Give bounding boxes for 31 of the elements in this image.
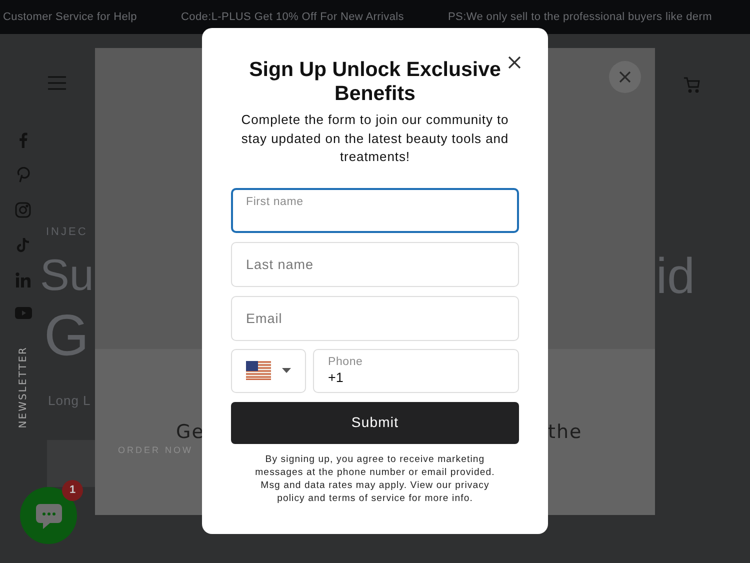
panel-text: Ge — [176, 420, 204, 445]
phone-field[interactable]: Phone +1 — [313, 348, 519, 392]
pinterest-icon[interactable] — [16, 167, 30, 183]
close-icon — [508, 56, 520, 68]
linkedin-icon[interactable] — [15, 272, 31, 288]
us-flag-icon — [246, 361, 271, 380]
disclaimer-text: By signing up, you agree to receive marketing messages at the phone number or email provided. Msg and data rates may apply. View our privacy policy and terms of service for more info. — [254, 452, 496, 504]
text-field[interactable]: Email — [231, 296, 519, 340]
facebook-icon[interactable] — [18, 132, 28, 148]
phone-input[interactable]: +1 — [328, 368, 478, 386]
order-button-background — [47, 440, 97, 487]
text-field[interactable]: Last name — [231, 242, 519, 286]
announcement-text: Customer Service for Help — [3, 10, 137, 25]
modal-description: Complete the form to join our community to stay updated on the latest beauty tools and treatments! — [240, 111, 510, 166]
modal-title: Sign Up Unlock Exclusive Benefits — [248, 58, 502, 106]
cart-icon[interactable] — [683, 76, 701, 94]
instagram-icon[interactable] — [15, 202, 31, 218]
menu-icon[interactable] — [47, 75, 67, 91]
submit-button[interactable]: Submit — [231, 402, 519, 444]
country-select[interactable] — [231, 348, 306, 392]
tiktok-icon[interactable] — [16, 237, 30, 253]
announcement-text: Code:L-PLUS Get 10% Off For New Arrivals — [181, 10, 404, 25]
close-icon — [619, 71, 631, 83]
phone-label: Phone — [328, 354, 364, 368]
youtube-icon[interactable] — [14, 307, 32, 319]
newsletter-tab[interactable]: NEWSLETTER — [16, 346, 30, 428]
close-button[interactable] — [506, 54, 522, 70]
field-label: First name — [246, 194, 304, 208]
caret-icon — [282, 368, 291, 373]
announcement-text: PS:We only sell to the professional buyers like derm — [448, 10, 712, 25]
panel-text: the — [548, 420, 582, 445]
